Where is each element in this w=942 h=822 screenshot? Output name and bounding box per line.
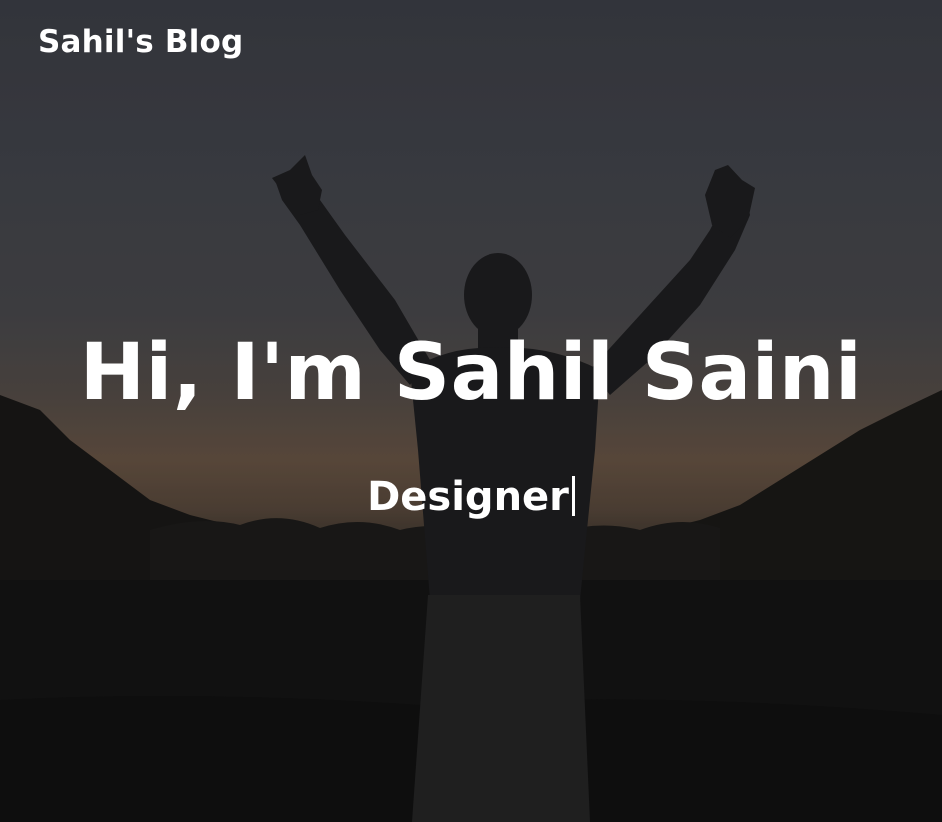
- hero-role: Designer: [0, 474, 942, 520]
- brand-link[interactable]: Sahil's Blog: [38, 24, 243, 60]
- hero-headline: Hi, I'm Sahil Saini: [79, 328, 863, 418]
- hero-role-text: Designer: [367, 474, 569, 520]
- hero-section: Sahil's Blog Hi, I'm Sahil Saini Designe…: [0, 0, 942, 822]
- typing-cursor: [571, 476, 575, 516]
